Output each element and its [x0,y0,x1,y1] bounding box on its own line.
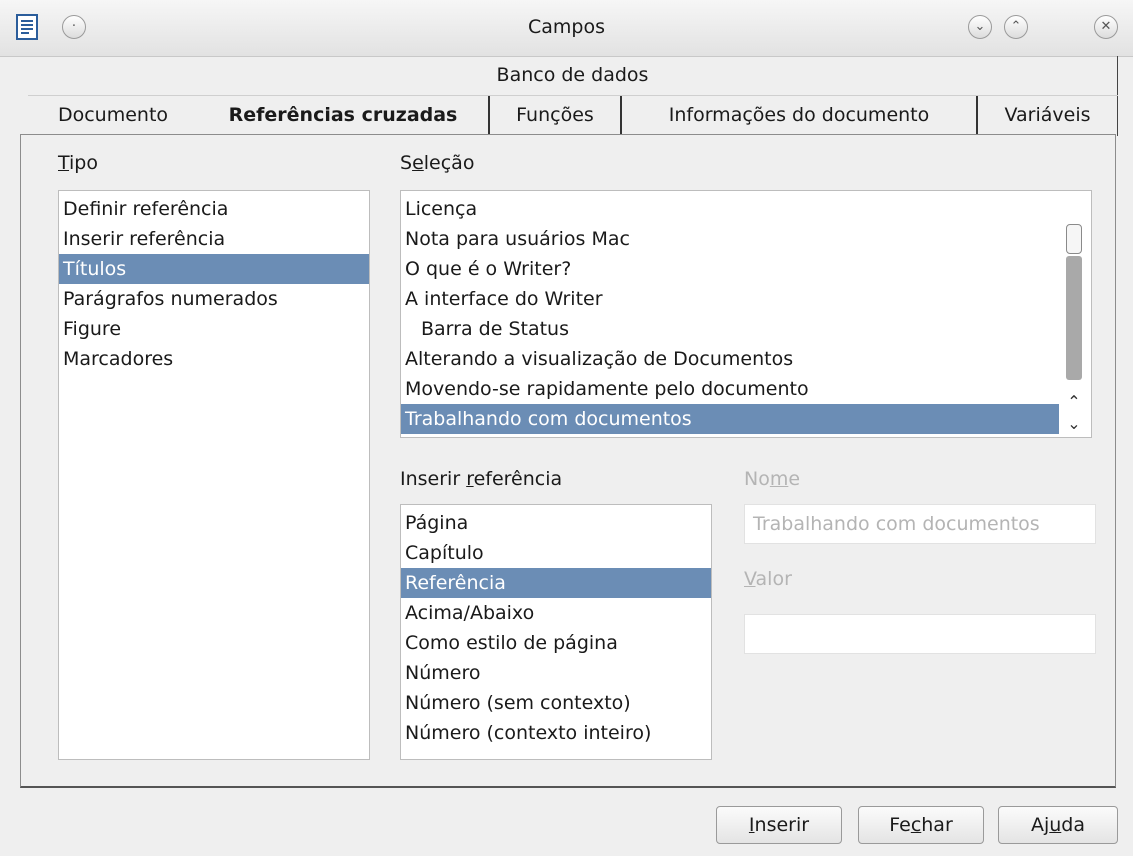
fechar-button[interactable]: Fechar [858,806,984,844]
list-item[interactable]: Número (contexto inteiro) [401,718,711,748]
list-item[interactable]: Referência [401,568,711,598]
valor-field[interactable] [744,614,1096,654]
list-item[interactable]: O que é o Writer? [401,254,1059,284]
list-item[interactable]: Licença [401,194,1059,224]
list-item[interactable]: A interface do Writer [401,284,1059,314]
list-item[interactable]: Alterando a visualização de Documentos [401,344,1059,374]
inserir-button[interactable]: Inserir [716,806,842,844]
list-item[interactable]: Inserir referência [59,224,369,254]
inserir-referencia-listbox[interactable]: Página Capítulo Referência Acima/Abaixo … [400,504,712,760]
list-item[interactable]: Marcadores [59,344,369,374]
scrollbar-track-fill [1066,256,1082,380]
list-item[interactable]: Figure [59,314,369,344]
list-item[interactable]: Acima/Abaixo [401,598,711,628]
nome-field[interactable]: Trabalhando com documentos [744,504,1096,544]
tab-documento[interactable]: Documento [28,96,198,136]
list-item[interactable]: Movendo-se rapidamente pelo documento [401,374,1059,404]
list-item[interactable]: Parágrafos numerados [59,284,369,314]
scroll-page-up-icon[interactable]: ⌃ [1063,392,1085,412]
list-item[interactable]: Número (sem contexto) [401,688,711,718]
nome-label: Nome [744,468,801,490]
valor-label: Valor [744,568,792,590]
minimize-icon[interactable]: ⌄ [968,15,992,39]
list-item[interactable]: Barra de Status [401,314,1059,344]
selecao-listbox[interactable]: Licença Nota para usuários Mac O que é o… [400,190,1092,438]
tipo-listbox[interactable]: Definir referência Inserir referência Tí… [58,190,370,760]
inserir-referencia-label: Inserir referência [400,468,563,490]
scrollbar-thumb[interactable] [1066,224,1082,254]
tab-referencias-cruzadas[interactable]: Referências cruzadas [198,96,490,134]
maximize-icon[interactable]: ⌃ [1004,15,1028,39]
list-item[interactable]: Títulos [59,254,369,284]
window-title: Campos [527,16,605,38]
scroll-down-icon[interactable]: ⌄ [1063,414,1085,434]
tab-informacoes-do-documento[interactable]: Informações do documento [622,96,978,136]
title-bar[interactable]: · Campos ⌄ ⌃ ✕ [0,0,1133,57]
tab-variaveis[interactable]: Variáveis [978,96,1118,136]
tab-funcoes[interactable]: Funções [490,96,622,136]
list-item[interactable]: Número [401,658,711,688]
tab-banco-de-dados[interactable]: Banco de dados [28,56,1118,96]
list-item[interactable]: Nota para usuários Mac [401,224,1059,254]
close-icon[interactable]: ✕ [1094,15,1118,39]
list-item[interactable]: Página [401,508,711,538]
list-item[interactable]: Trabalhando com documentos [401,404,1059,434]
selecao-label: Seleção [400,152,475,174]
list-item[interactable]: Definir referência [59,194,369,224]
list-item[interactable]: Como estilo de página [401,628,711,658]
list-item[interactable]: Capítulo [401,538,711,568]
ajuda-button[interactable]: Ajuda [998,806,1118,844]
tipo-label: Tipo [58,152,98,174]
